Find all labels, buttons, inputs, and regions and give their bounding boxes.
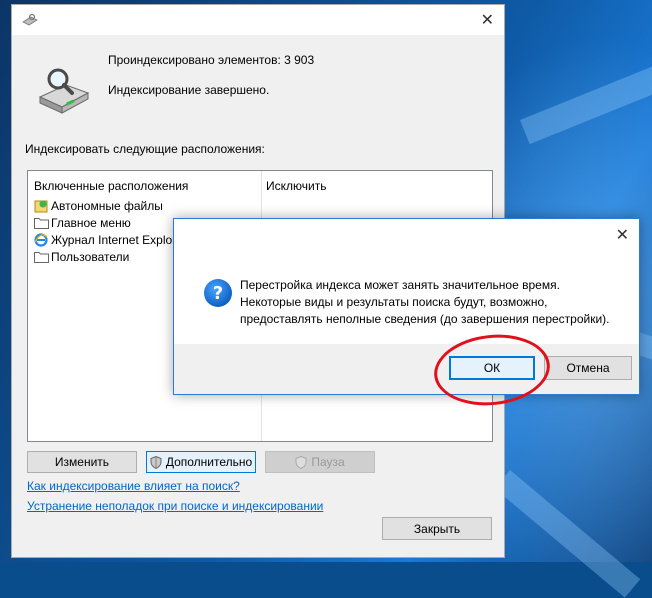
drive-search-icon [36, 63, 92, 115]
list-item-label: Автономные файлы [51, 199, 163, 213]
troubleshoot-link[interactable]: Устранение неполадок при поиске и индекс… [27, 499, 323, 513]
list-item-label: Журнал Internet Explorer [51, 233, 187, 247]
advanced-button-label: Дополнительно [165, 455, 253, 469]
cancel-button[interactable]: Отмена [544, 356, 632, 380]
indexing-options-app-icon [22, 13, 38, 30]
folder-icon [33, 216, 49, 230]
close-button[interactable]: Закрыть [382, 517, 492, 540]
pause-button-label: Пауза [311, 455, 345, 469]
dialog-message-line: Перестройка индекса может занять значите… [240, 278, 560, 292]
advanced-button[interactable]: Дополнительно [146, 451, 256, 473]
close-button-label: Закрыть [413, 521, 461, 536]
dialog-message-line: предоставлять неполные сведения (до заве… [240, 312, 610, 326]
light-beam [520, 52, 652, 145]
modify-button-label: Изменить [54, 455, 110, 469]
dialog-message-line: Некоторые виды и результаты поиска будут… [240, 295, 548, 309]
title-bar: ✕ [12, 5, 504, 35]
list-item-label: Пользователи [51, 250, 130, 264]
rebuild-confirm-dialog: ✕ ? Перестройка индекса может занять зна… [173, 218, 640, 395]
shield-icon [150, 455, 162, 469]
offline-files-icon [33, 199, 49, 213]
light-beam [494, 470, 641, 598]
close-icon[interactable]: ✕ [616, 225, 629, 245]
list-item-label: Главное меню [51, 216, 131, 230]
dialog-footer: ОК Отмена [174, 344, 639, 394]
section-label: Индексировать следующие расположения: [25, 142, 265, 156]
modify-button[interactable]: Изменить [27, 451, 137, 473]
column-header-included[interactable]: Включенные расположения [34, 179, 188, 193]
indexing-status: Индексирование завершено. [108, 83, 270, 97]
close-icon[interactable]: ✕ [481, 10, 494, 30]
question-icon: ? [204, 279, 232, 307]
list-item[interactable]: Пользователи [33, 248, 129, 266]
column-header-exclude[interactable]: Исключить [266, 179, 326, 193]
list-item[interactable]: Главное меню [33, 214, 131, 232]
folder-icon [33, 250, 49, 264]
cancel-button-label: Отмена [566, 361, 610, 375]
ie-icon [33, 233, 49, 247]
indexed-count: Проиндексировано элементов: 3 903 [108, 53, 315, 67]
list-item[interactable]: Автономные файлы [33, 197, 163, 215]
how-indexing-affects-link[interactable]: Как индексирование влияет на поиск? [27, 479, 240, 493]
shield-icon [295, 455, 307, 469]
list-item[interactable]: Журнал Internet Explorer [33, 231, 187, 249]
pause-button[interactable]: Пауза [265, 451, 375, 473]
